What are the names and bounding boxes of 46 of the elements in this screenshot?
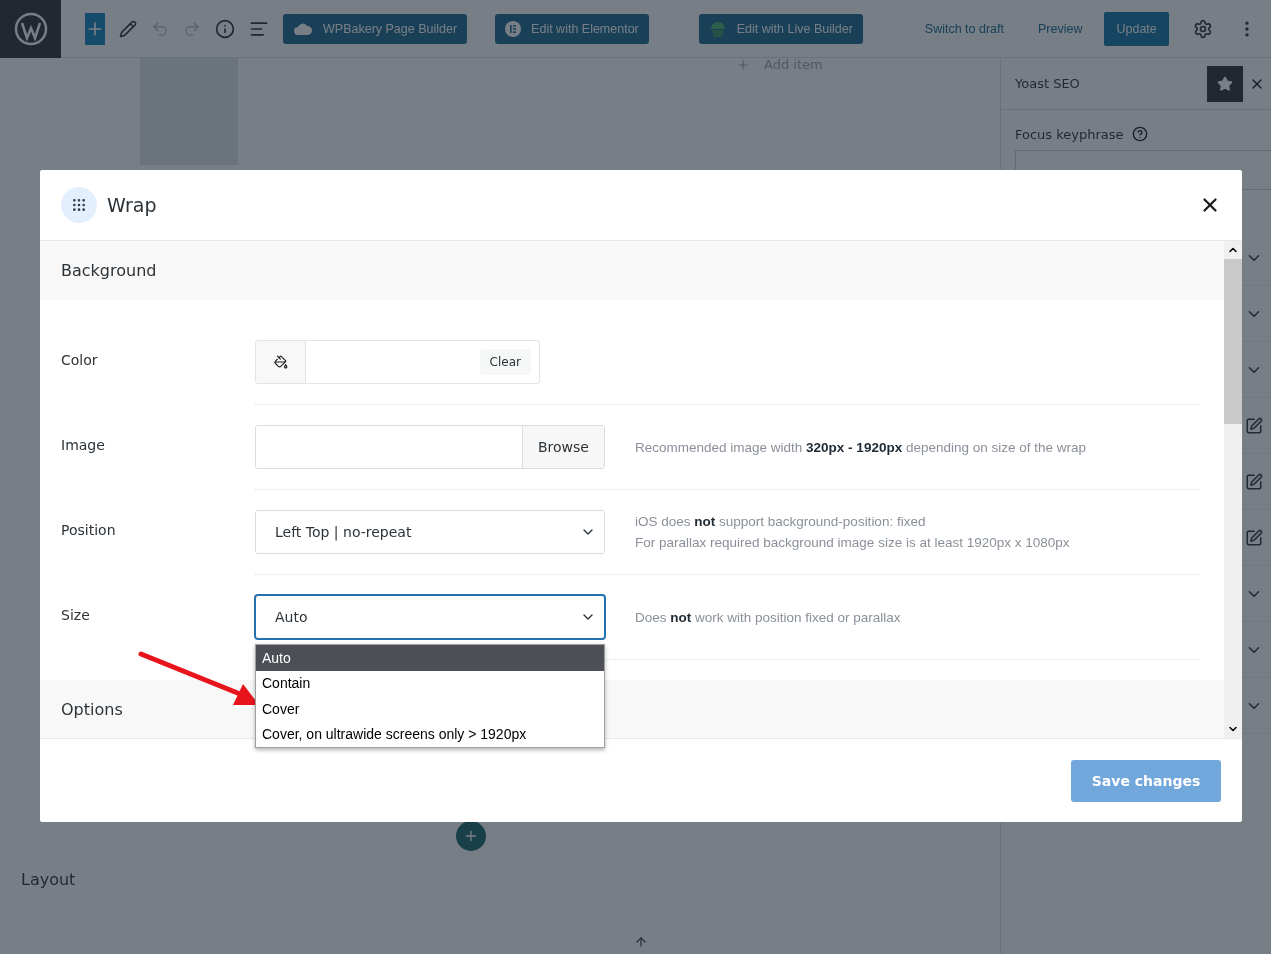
field-label: Size <box>60 606 91 623</box>
section-title: Options <box>61 699 123 719</box>
edit-icon[interactable] <box>1245 472 1263 491</box>
cloud-icon <box>293 21 313 36</box>
color-field[interactable]: Clear <box>255 340 540 384</box>
field-label: Position <box>60 521 117 538</box>
select-field[interactable]: Left Top | no-repeat <box>255 510 605 554</box>
plus-icon <box>463 828 479 844</box>
browse-button[interactable]: Browse <box>522 426 604 468</box>
modal-title: Wrap <box>107 194 158 216</box>
edit-icon[interactable] <box>1245 416 1263 435</box>
image-field[interactable]: Browse <box>255 425 605 469</box>
star-icon <box>1217 75 1233 92</box>
add-block-button[interactable] <box>85 12 105 45</box>
scrollbar-thumb[interactable] <box>1224 259 1242 424</box>
paint-bucket-icon <box>273 355 288 369</box>
logo-icon <box>13 11 48 46</box>
dropdown-option[interactable]: Cover, on ultrawide screens only > 1920px <box>256 721 604 747</box>
dropdown-option[interactable]: Contain <box>256 670 604 696</box>
grid-dots-icon <box>61 187 97 223</box>
cupcake-icon <box>708 20 727 37</box>
select-field[interactable]: Auto <box>255 595 605 639</box>
help-text: For parallax required background image size is at least 1920px x 1080px <box>635 535 1070 550</box>
section-title: Layout <box>21 870 76 889</box>
field-label: Focus keyphrase <box>1015 126 1124 142</box>
plus-icon <box>736 57 750 72</box>
panel-title: Yoast SEO <box>1015 76 1081 91</box>
field-label: Image <box>60 436 106 453</box>
dropdown-option[interactable]: Auto <box>256 645 604 671</box>
help-text: Does not work with position fixed or parallax <box>635 609 901 625</box>
logo-button[interactable] <box>0 0 61 58</box>
dropdown-option[interactable]: Cover <box>256 696 604 722</box>
color-picker-button[interactable] <box>256 341 306 383</box>
settings-icon[interactable] <box>1192 18 1213 39</box>
help-text: iOS does not support background-position: fixed <box>635 514 927 529</box>
elementor-icon <box>505 20 522 37</box>
add-section-button[interactable] <box>456 821 486 851</box>
field-label: Color <box>60 351 99 368</box>
info-icon[interactable] <box>215 18 235 39</box>
help-text: Recommended image width 320px - 1920px depending on size of the wrap <box>635 439 1087 455</box>
section-title: Background <box>61 261 157 280</box>
pencil-icon[interactable] <box>119 19 137 38</box>
help-icon <box>1131 126 1148 142</box>
star-button[interactable] <box>1207 65 1243 102</box>
clear-button[interactable]: Clear <box>479 349 531 375</box>
edit-icon[interactable] <box>1245 528 1263 547</box>
